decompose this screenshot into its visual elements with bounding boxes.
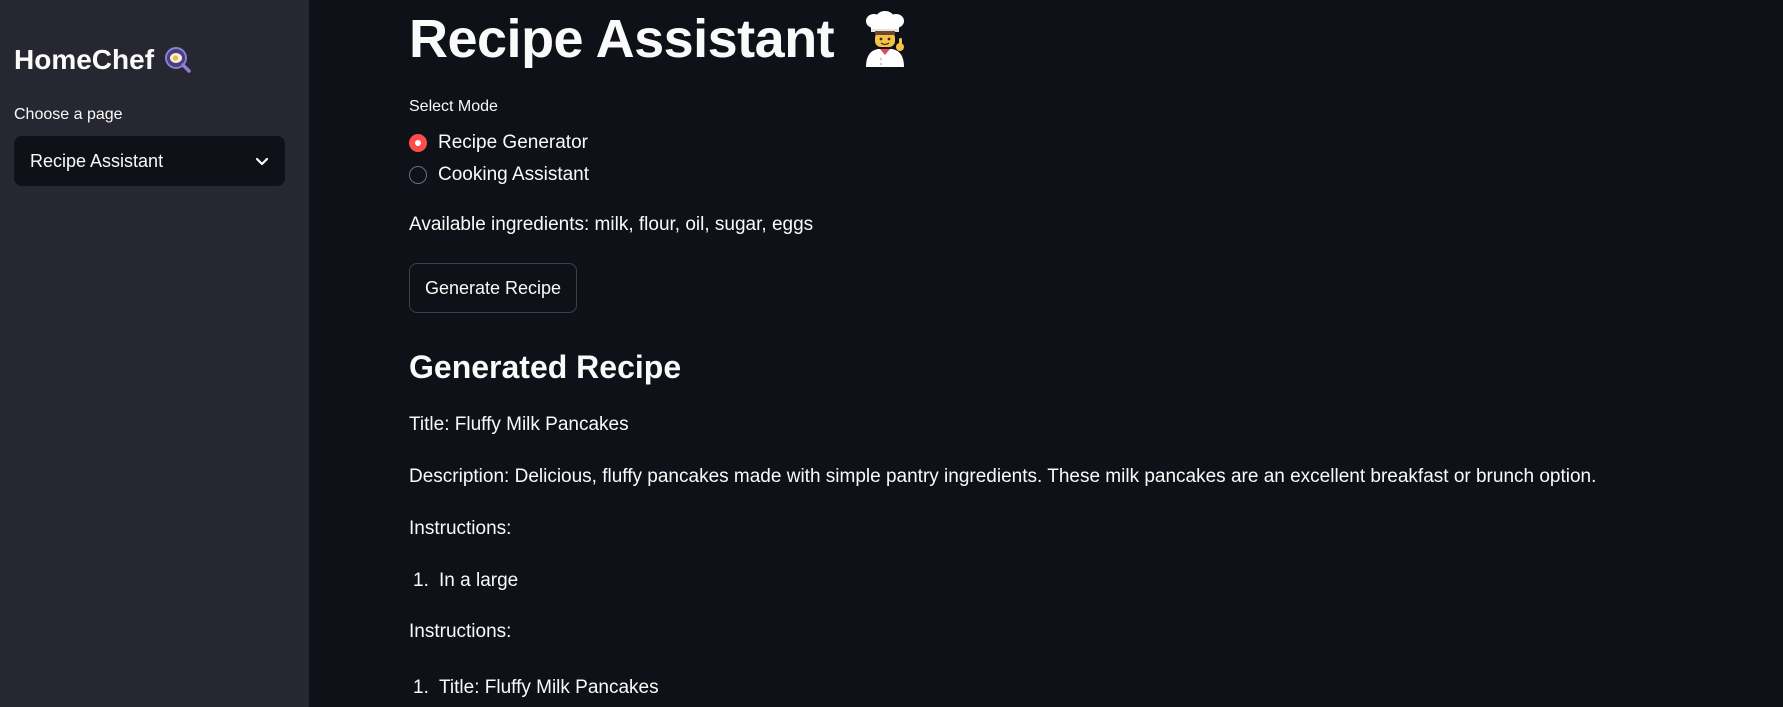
mode-label: Select Mode (409, 98, 498, 115)
chef-icon (860, 11, 910, 67)
brand-name: HomeChef (14, 44, 155, 75)
magnifier-egg-icon (164, 46, 192, 74)
list-item-text: Title: Fluffy Milk Pancakes (439, 677, 659, 698)
recipe-description-line: Description: Delicious, fluffy pancakes … (409, 466, 1597, 487)
recipe-title-line: Title: Fluffy Milk Pancakes (409, 414, 629, 435)
app-window: HomeChef Choose a page Recipe Assistant (0, 0, 1783, 707)
chevron-down-icon (255, 151, 269, 172)
instructions-label: Instructions: (409, 621, 512, 642)
radio-unselected-icon (409, 166, 427, 184)
list-item: 1. Title: Fluffy Milk Pancakes (413, 677, 659, 699)
main-content: Recipe Assistant Select Mode Recipe Gene… (409, 0, 1769, 707)
list-item: 1. In a large (413, 570, 518, 592)
generated-recipe-heading: Generated Recipe (409, 349, 682, 385)
list-item-number: 1. (413, 570, 429, 591)
brand: HomeChef (14, 44, 192, 76)
radio-label: Recipe Generator (438, 132, 588, 153)
radio-label: Cooking Assistant (438, 164, 590, 185)
page-select-value: Recipe Assistant (30, 150, 164, 171)
instructions-label: Instructions: (409, 518, 512, 539)
generate-recipe-button[interactable]: Generate Recipe (409, 263, 577, 313)
page-select[interactable]: Recipe Assistant (14, 136, 285, 186)
available-ingredients: Available ingredients: milk, flour, oil,… (409, 214, 814, 235)
page-title: Recipe Assistant (409, 8, 910, 70)
page-select-label: Choose a page (14, 106, 123, 123)
list-item-text: In a large (439, 570, 519, 591)
list-item-number: 1. (413, 677, 429, 698)
page-title-text: Recipe Assistant (409, 9, 835, 69)
radio-selected-icon (409, 134, 427, 152)
sidebar: HomeChef Choose a page Recipe Assistant (0, 0, 309, 707)
radio-recipe-generator[interactable]: Recipe Generator (409, 132, 588, 154)
radio-cooking-assistant[interactable]: Cooking Assistant (409, 164, 589, 186)
